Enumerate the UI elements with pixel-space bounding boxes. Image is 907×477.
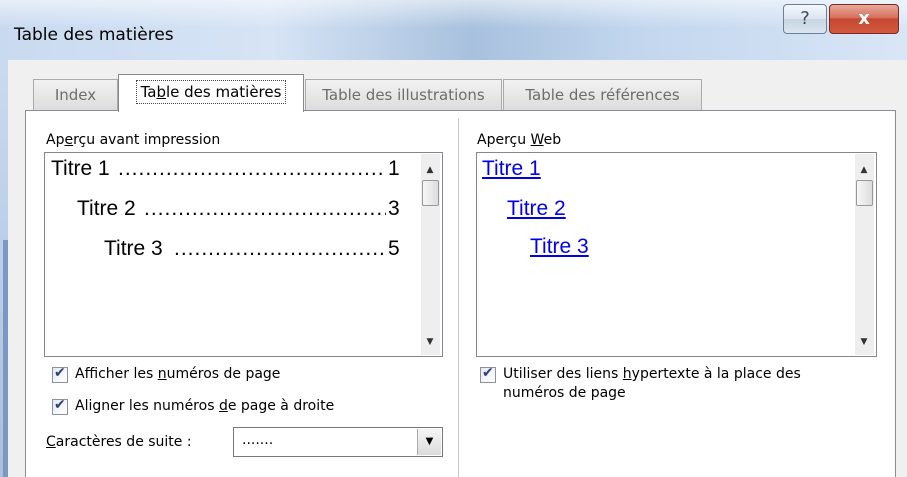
scroll-up-icon[interactable]: ▲ <box>424 164 436 176</box>
scroll-thumb[interactable] <box>422 180 439 206</box>
scroll-thumb[interactable] <box>856 180 873 206</box>
tab-illustrations-label: Table des illustrations <box>322 86 485 104</box>
checkmark-icon: ✔ <box>54 365 66 381</box>
print-entry-2-title: Titre 2 <box>77 197 136 220</box>
checkmark-icon: ✔ <box>54 397 66 413</box>
tab-table-des-references[interactable]: Table des références <box>503 79 702 111</box>
print-preview-label: Aperçu avant impression <box>46 132 221 148</box>
show-page-numbers-checkbox[interactable]: ✔ <box>52 365 68 383</box>
print-entry-3-title: Titre 3 <box>104 237 163 260</box>
web-preview-label: Aperçu Web <box>477 132 562 148</box>
scroll-down-icon[interactable]: ▼ <box>858 336 870 348</box>
tab-index[interactable]: Index <box>33 79 118 111</box>
chevron-down-icon[interactable]: ▼ <box>417 429 441 455</box>
checkmark-icon: ✔ <box>482 365 494 381</box>
align-right-checkbox[interactable]: ✔ <box>52 397 68 415</box>
tab-references-label: Table des références <box>525 86 680 104</box>
print-preview-box[interactable]: Titre 1 ................................… <box>44 152 443 357</box>
scroll-up-icon[interactable]: ▲ <box>858 164 870 176</box>
print-entry-1-title: Titre 1 <box>51 157 110 180</box>
tab-table-des-matieres[interactable]: Table des matières <box>118 74 304 112</box>
panel-divider <box>458 118 459 477</box>
use-hyperlinks-label[interactable]: Utiliser des liens hypertexte à la place… <box>503 366 801 382</box>
print-entry-2-leader: ........................................… <box>144 197 386 220</box>
print-entry-3-leader: ........................................… <box>174 237 387 260</box>
print-entry-1-leader: ........................................… <box>118 157 385 180</box>
align-right-label[interactable]: Aligner les numéros de page à droite <box>75 398 334 414</box>
use-hyperlinks-checkbox[interactable]: ✔ <box>480 365 496 383</box>
print-entry-1-page: 1 <box>388 157 400 180</box>
scroll-down-icon[interactable]: ▼ <box>424 336 436 348</box>
use-hyperlinks-label-line2: numéros de page <box>503 385 626 401</box>
title-bar-highlight <box>0 0 907 28</box>
web-entry-1-link[interactable]: Titre 1 <box>482 157 541 181</box>
web-preview-scrollbar[interactable]: ▲ ▼ <box>855 154 874 355</box>
show-page-numbers-label[interactable]: Afficher les numéros de page <box>75 366 280 382</box>
print-entry-2-page: 3 <box>388 197 400 220</box>
close-button[interactable]: x <box>829 4 899 34</box>
help-button[interactable]: ? <box>783 4 827 34</box>
web-preview-box[interactable]: Titre 1 Titre 2 Titre 3 ▲ ▼ <box>476 152 877 357</box>
tab-leader-label: Caractères de suite : <box>46 434 192 450</box>
tab-table-des-illustrations[interactable]: Table des illustrations <box>305 79 502 111</box>
window-title: Table des matières <box>14 25 174 45</box>
tab-table-des-matieres-label: Table des matières <box>135 80 287 104</box>
tab-leader-value: ....... <box>242 432 274 448</box>
web-entry-2-link[interactable]: Titre 2 <box>507 197 566 221</box>
web-entry-3-link[interactable]: Titre 3 <box>530 235 589 259</box>
print-entry-3-page: 5 <box>388 237 400 260</box>
print-preview-scrollbar[interactable]: ▲ ▼ <box>421 154 440 355</box>
tab-leader-select[interactable]: ....... ▼ <box>233 427 443 457</box>
tab-index-label: Index <box>54 86 97 104</box>
